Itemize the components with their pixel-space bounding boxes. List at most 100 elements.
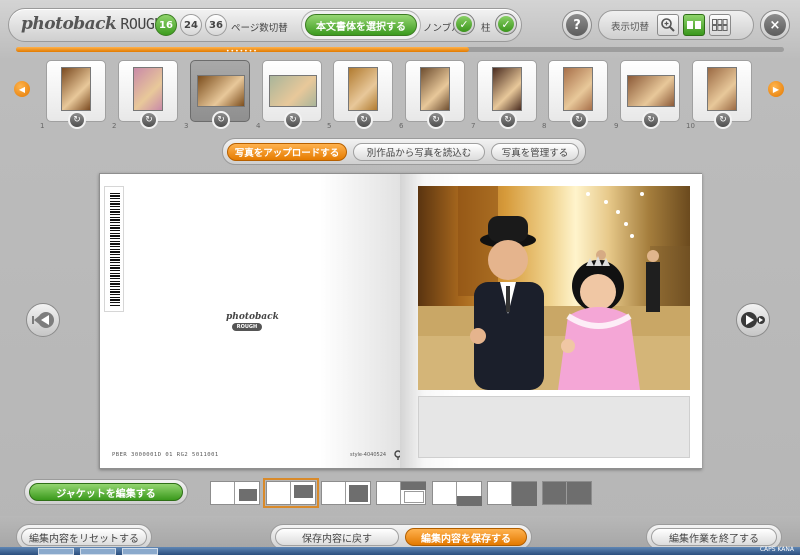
- thumbnail-photo: [563, 67, 593, 111]
- back-cover-page: photoback ROUGH PBER 3000001D 01 RG2 501…: [100, 174, 402, 468]
- page-thumbnail-2[interactable]: ↻ 2: [112, 60, 178, 130]
- nombre-toggle[interactable]: ✓: [453, 13, 475, 35]
- thumbnail-number: 5: [327, 122, 332, 130]
- thumbnails-next-arrow[interactable]: ▶: [768, 81, 784, 97]
- app-logo: photoback ROUGH: [21, 14, 163, 38]
- upload-photo-button[interactable]: 写真をアップロードする: [227, 143, 347, 161]
- rotate-icon[interactable]: ↻: [714, 111, 732, 129]
- next-page-button[interactable]: [736, 303, 770, 337]
- close-button[interactable]: ×: [760, 10, 790, 40]
- pillar-label: 柱: [481, 23, 491, 34]
- rotate-icon[interactable]: ↻: [570, 111, 588, 129]
- thumbnail-photo: [348, 67, 378, 111]
- thumbnail-photo: [627, 75, 675, 107]
- cover-text-area[interactable]: [418, 396, 690, 458]
- style-code: style-4040524: [350, 452, 387, 458]
- thumbnail-number: 1: [40, 122, 45, 130]
- page-count-label: ページ数切替: [231, 23, 288, 34]
- rotate-icon[interactable]: ↻: [642, 111, 660, 129]
- thumbnail-photo: [707, 67, 737, 111]
- page-thumbnail-3[interactable]: ↻ 3: [184, 60, 250, 130]
- checkmark-icon: ✓: [456, 16, 472, 32]
- rotate-icon[interactable]: ↻: [140, 111, 158, 129]
- prev-page-button[interactable]: [26, 303, 60, 337]
- top-toolbar: photoback ROUGH 16 24 36 ページ数切替 本文書体を選択する…: [8, 8, 522, 42]
- zoom-view-button[interactable]: [657, 14, 679, 36]
- thumbnail-photo: [197, 75, 245, 107]
- select-font-button[interactable]: 本文書体を選択する: [305, 14, 417, 36]
- page-count-36-button[interactable]: 36: [205, 14, 227, 36]
- view-switch-panel: 表示切替: [598, 10, 754, 40]
- edit-jacket-button[interactable]: ジャケットを編集する: [29, 483, 183, 501]
- page-count-16-button[interactable]: 16: [155, 14, 177, 36]
- load-from-other-work-button[interactable]: 別作品から写真を読込む: [353, 143, 485, 161]
- progress-dots: •••••••: [226, 48, 258, 55]
- help-button[interactable]: ?: [562, 10, 592, 40]
- layout-option-6[interactable]: [487, 481, 537, 506]
- finish-editing-button[interactable]: 編集作業を終了する: [651, 528, 777, 546]
- cover-page: [400, 174, 702, 468]
- thumbnail-number: 6: [399, 122, 404, 130]
- thumbnail-number: 9: [614, 122, 619, 130]
- rotate-icon[interactable]: ↻: [355, 111, 373, 129]
- barcode: [104, 186, 124, 312]
- cover-photo-slot[interactable]: [418, 186, 690, 390]
- page-thumbnail-6[interactable]: ↻ 6: [399, 60, 465, 130]
- pillar-toggle[interactable]: ✓: [495, 13, 517, 35]
- reset-edits-button[interactable]: 編集内容をリセットする: [21, 528, 147, 546]
- book-spread: photoback ROUGH PBER 3000001D 01 RG2 501…: [99, 173, 702, 469]
- back-cover-logo-text: photoback: [226, 312, 279, 322]
- checkmark-icon: ✓: [498, 16, 514, 32]
- manage-photos-button[interactable]: 写真を管理する: [491, 143, 579, 161]
- thumbnail-number: 2: [112, 122, 117, 130]
- photo-actions-panel: 写真をアップロードする 別作品から写真を読込む 写真を管理する: [222, 138, 586, 165]
- save-edits-button[interactable]: 編集内容を保存する: [405, 528, 527, 546]
- rotate-icon[interactable]: ↻: [68, 111, 86, 129]
- spread-view-button[interactable]: [683, 14, 705, 36]
- thumbnail-photo: [420, 67, 450, 111]
- rotate-icon[interactable]: ↻: [284, 111, 302, 129]
- page-thumbnail-8[interactable]: ↻ 8: [542, 60, 608, 130]
- thumbnail-number: 8: [542, 122, 547, 130]
- page-thumbnail-5[interactable]: ↻ 5: [327, 60, 393, 130]
- taskbar-item[interactable]: [38, 548, 74, 555]
- page-count-24-button[interactable]: 24: [180, 14, 202, 36]
- system-tray: CAPS KANA: [759, 546, 794, 553]
- rotate-icon[interactable]: ↻: [499, 111, 517, 129]
- page-thumbnail-7[interactable]: ↻ 7: [471, 60, 537, 130]
- thumbnail-number: 4: [256, 122, 261, 130]
- page-thumbnail-10[interactable]: ↻ 10: [686, 60, 752, 130]
- back-cover-logo-sub: ROUGH: [232, 323, 262, 331]
- arrow-left-icon: ◀: [18, 84, 26, 94]
- thumbnail-photo: [269, 75, 317, 107]
- grid-icon: [712, 19, 728, 31]
- layout-option-5[interactable]: [432, 481, 482, 506]
- thumbnail-photo: [61, 67, 91, 111]
- thumbnail-number: 3: [184, 122, 189, 130]
- page-thumbnail-4[interactable]: ↻ 4: [256, 60, 322, 130]
- page-thumbnail-9[interactable]: ↻ 9: [614, 60, 680, 130]
- rotate-icon[interactable]: ↻: [427, 111, 445, 129]
- layout-option-2[interactable]: [263, 478, 319, 508]
- rotate-icon[interactable]: ↻: [212, 111, 230, 129]
- layout-option-3[interactable]: [321, 481, 371, 505]
- close-icon: ×: [764, 14, 786, 36]
- grid-view-button[interactable]: [709, 14, 731, 36]
- book-code: PBER 3000001D 01 RG2 5011001: [112, 452, 219, 458]
- layout-option-4[interactable]: [376, 481, 426, 505]
- revert-to-saved-button[interactable]: 保存内容に戻す: [275, 528, 399, 546]
- thumbnail-number: 10: [686, 122, 695, 130]
- page-thumbnail-1[interactable]: ↻ 1: [40, 60, 106, 130]
- two-page-icon: [687, 21, 701, 29]
- taskbar-item[interactable]: [122, 548, 158, 555]
- thumbnails-prev-arrow[interactable]: ◀: [14, 81, 30, 97]
- forward-icon: [741, 312, 765, 328]
- page-progress-bar[interactable]: [16, 47, 784, 52]
- layout-option-7[interactable]: [542, 481, 592, 505]
- layout-option-1[interactable]: [210, 481, 260, 505]
- thumbnail-number: 7: [471, 122, 476, 130]
- thumbnail-photo: [492, 67, 522, 111]
- taskbar-item[interactable]: [80, 548, 116, 555]
- magnifier-icon: [661, 18, 675, 32]
- rewind-icon: [32, 312, 54, 328]
